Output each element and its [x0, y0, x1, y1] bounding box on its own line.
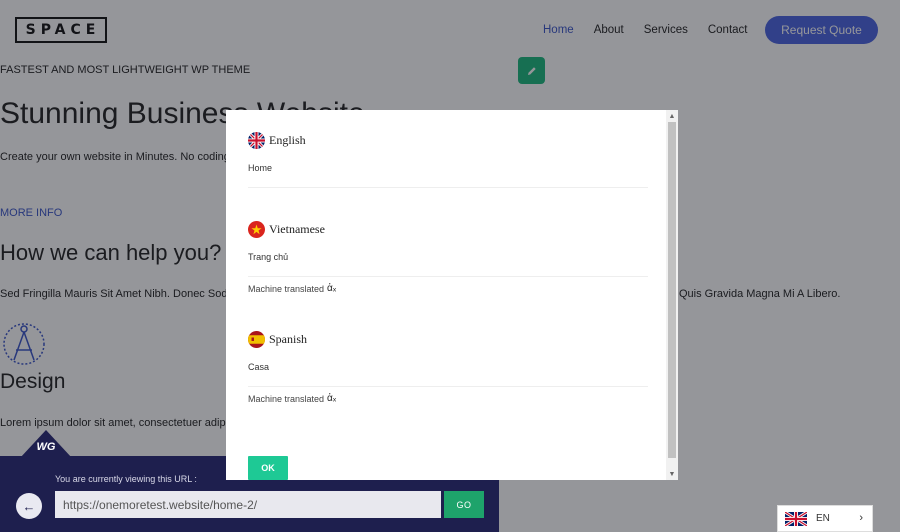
modal-scrollbar[interactable]: ▲ ▼ — [666, 110, 678, 480]
spain-flag-icon — [248, 330, 265, 348]
url-caption: You are currently viewing this URL : — [55, 474, 197, 484]
translate-icon: ἀₓ — [327, 393, 337, 404]
machine-translated-note: Machine translated ἀₓ — [248, 283, 648, 294]
arrow-left-icon: ← — [22, 498, 36, 514]
language-switcher[interactable]: EN › — [777, 505, 873, 532]
back-button[interactable]: ← — [16, 493, 42, 519]
language-name: Vietnamese — [269, 221, 325, 236]
uk-flag-icon — [785, 511, 807, 526]
machine-translated-label: Machine translated — [248, 393, 325, 404]
translation-modal: ▲ ▼ English Home Vietnamese Trang chủ Ma… — [226, 110, 678, 480]
wg-badge: WG — [20, 430, 72, 458]
chevron-right-icon: › — [859, 512, 863, 524]
vietnam-flag-icon — [248, 220, 265, 238]
machine-translated-label: Machine translated — [248, 283, 325, 294]
translation-value[interactable]: Trang chủ — [248, 252, 648, 262]
divider — [248, 276, 648, 277]
uk-flag-icon — [248, 131, 265, 149]
translate-icon: ἀₓ — [327, 283, 337, 294]
language-entry-english: English Home — [248, 131, 648, 188]
url-input[interactable] — [55, 491, 441, 518]
language-name: English — [269, 132, 306, 147]
scroll-down-icon[interactable]: ▼ — [668, 469, 676, 479]
svg-text:WG: WG — [37, 441, 56, 453]
language-name: Spanish — [269, 331, 308, 346]
language-entry-spanish: Spanish Casa Machine translated ἀₓ — [248, 330, 648, 404]
current-language: EN — [816, 513, 830, 524]
translation-value[interactable]: Home — [248, 163, 648, 173]
scrollbar-thumb[interactable] — [668, 122, 676, 458]
language-entry-vietnamese: Vietnamese Trang chủ Machine translated … — [248, 220, 648, 294]
machine-translated-note: Machine translated ἀₓ — [248, 393, 648, 404]
ok-button[interactable]: OK — [248, 456, 288, 480]
go-button[interactable]: GO — [444, 491, 484, 518]
divider — [248, 386, 648, 387]
divider — [248, 187, 648, 188]
scroll-up-icon[interactable]: ▲ — [668, 111, 676, 121]
translation-value[interactable]: Casa — [248, 362, 648, 372]
